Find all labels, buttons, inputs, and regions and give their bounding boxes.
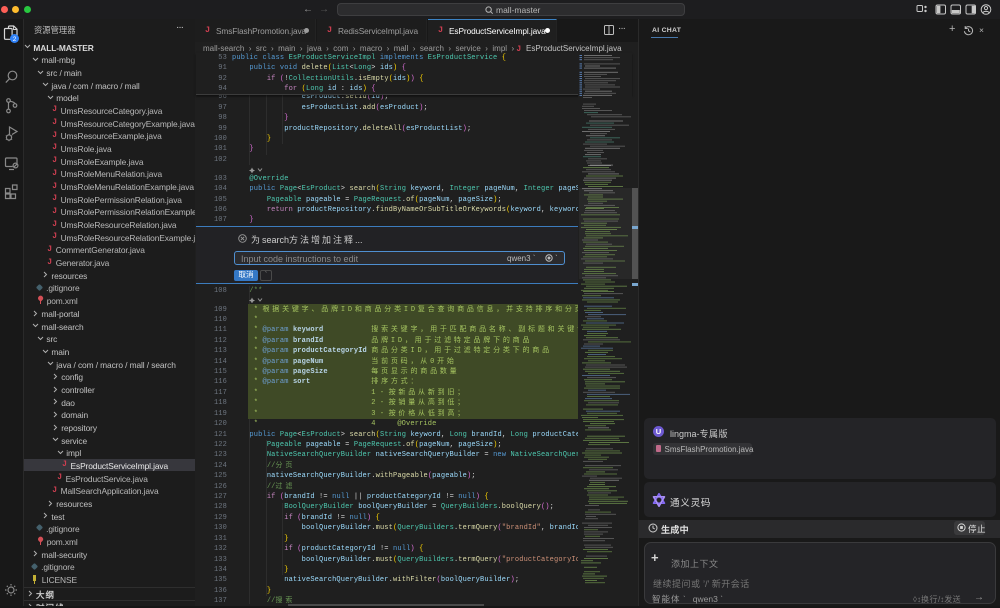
svg-text:2: 2 (13, 36, 17, 43)
